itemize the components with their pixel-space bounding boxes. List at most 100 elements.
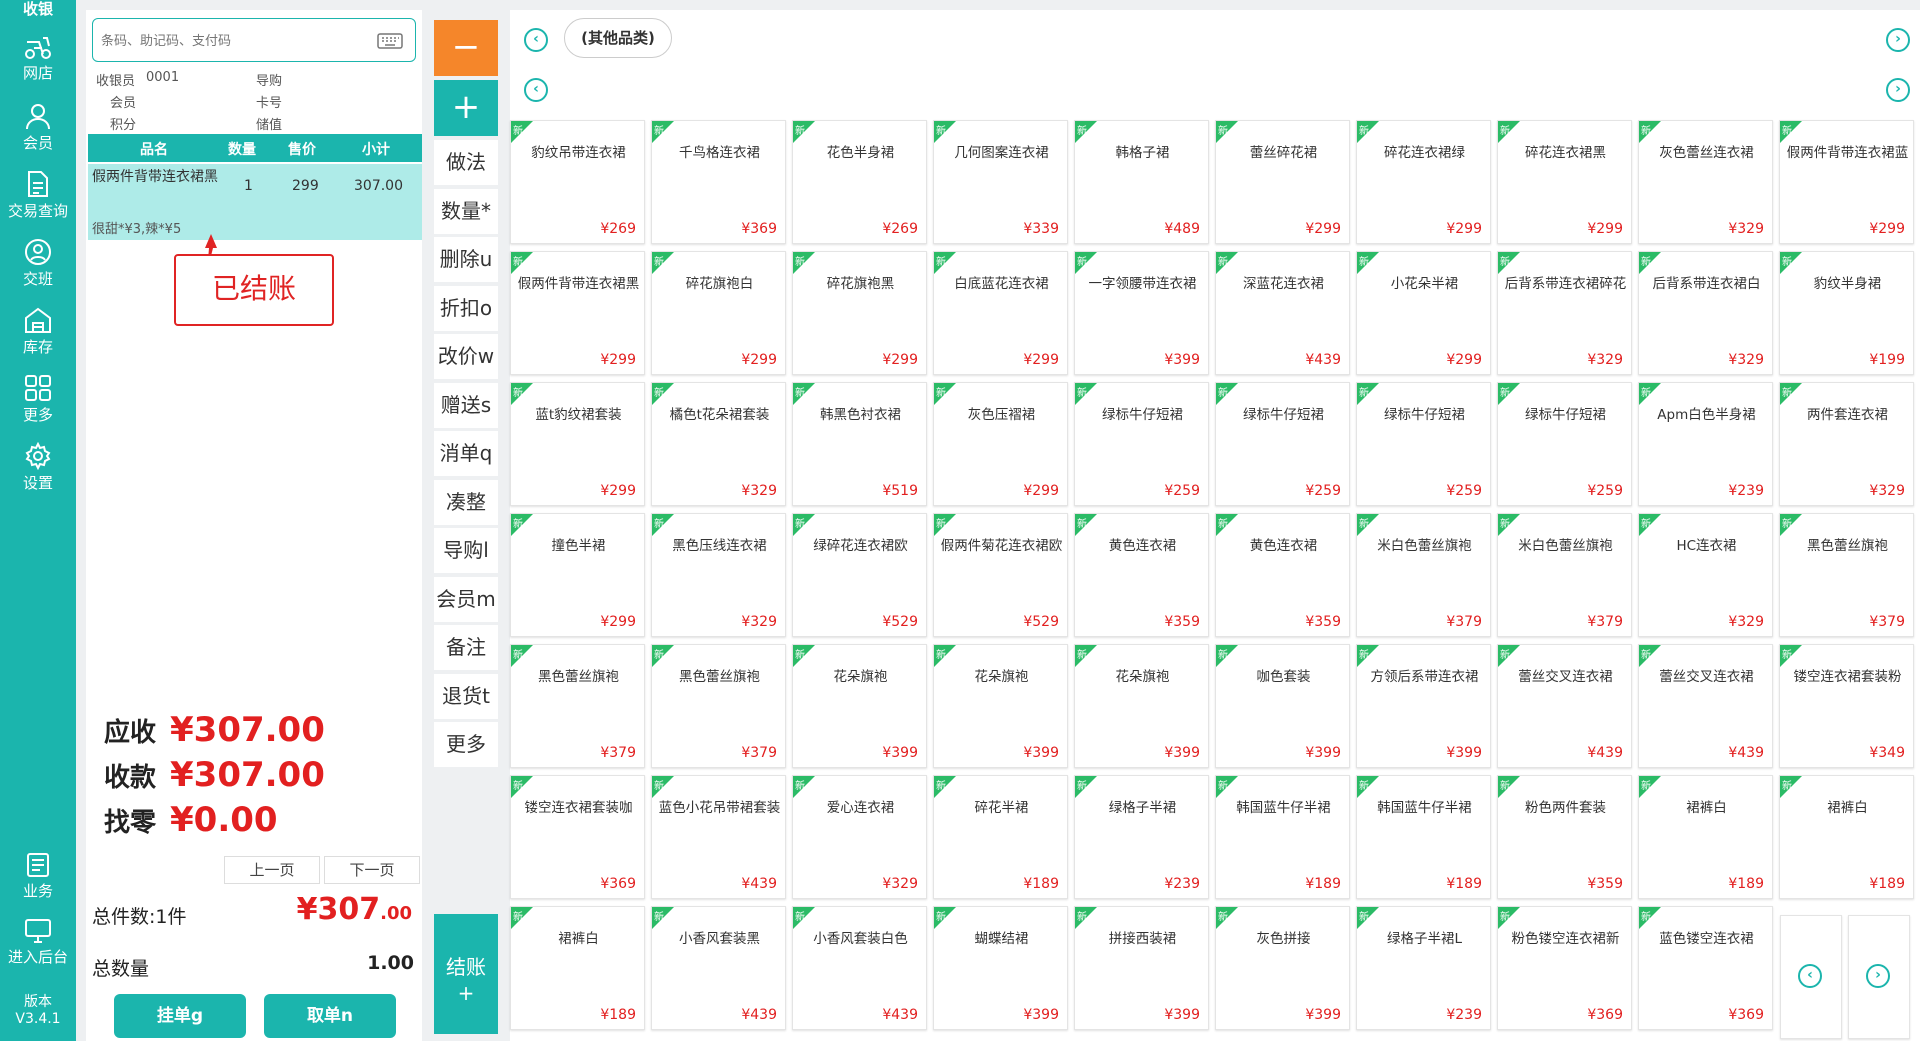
- product-card[interactable]: 新花色半身裙 ¥269: [792, 120, 927, 244]
- product-card[interactable]: 新绿格子半裙 ¥239: [1074, 775, 1209, 899]
- product-card[interactable]: 新方领后系带连衣裙 ¥399: [1356, 644, 1491, 768]
- sidebar-item-shift[interactable]: 交班: [0, 238, 76, 289]
- order-row[interactable]: 假两件背带连衣裙黑 1 299 307.00 很甜*¥3,辣*¥5: [88, 164, 422, 240]
- product-card[interactable]: 新碎花连衣裙绿 ¥299: [1356, 120, 1491, 244]
- product-card[interactable]: 新小花朵半裙 ¥299: [1356, 251, 1491, 375]
- product-card[interactable]: 新韩黑色衬衣裙 ¥519: [792, 382, 927, 506]
- product-card[interactable]: 新裙裤白 ¥189: [1779, 775, 1914, 899]
- product-card[interactable]: 新粉色镂空连衣裙新 ¥369: [1497, 906, 1632, 1030]
- sidebar-item-business[interactable]: 业务: [0, 852, 76, 901]
- product-card[interactable]: 新韩国蓝牛仔半裙 ¥189: [1215, 775, 1350, 899]
- product-card[interactable]: 新花朵旗袍 ¥399: [933, 644, 1068, 768]
- product-card[interactable]: 新蝴蝶结裙 ¥399: [933, 906, 1068, 1030]
- product-card[interactable]: 新米白色蕾丝旗袍 ¥379: [1356, 513, 1491, 637]
- next-page-button[interactable]: 下一页: [324, 856, 420, 884]
- chevron-right-icon[interactable]: ›: [1886, 78, 1910, 102]
- page-prev-card[interactable]: ‹: [1780, 915, 1842, 1039]
- page-next-card[interactable]: ›: [1848, 915, 1910, 1039]
- product-card[interactable]: 新韩格子裙 ¥489: [1074, 120, 1209, 244]
- product-card[interactable]: 新橘色t花朵裙套装 ¥329: [651, 382, 786, 506]
- product-card[interactable]: 新绿标牛仔短裙 ¥259: [1497, 382, 1632, 506]
- product-card[interactable]: 新黑色蕾丝旗袍 ¥379: [510, 644, 645, 768]
- product-card[interactable]: 新假两件菊花连衣裙欧 ¥529: [933, 513, 1068, 637]
- product-card[interactable]: 新几何图案连衣裙 ¥339: [933, 120, 1068, 244]
- change-price-button[interactable]: 改价w: [434, 334, 498, 379]
- sidebar-item-member[interactable]: 会员: [0, 102, 76, 153]
- sidebar-item-more[interactable]: 更多: [0, 374, 76, 425]
- product-card[interactable]: 新爱心连衣裙 ¥329: [792, 775, 927, 899]
- product-card[interactable]: 新蕾丝交叉连衣裙 ¥439: [1497, 644, 1632, 768]
- product-card[interactable]: 新深蓝花连衣裙 ¥439: [1215, 251, 1350, 375]
- product-card[interactable]: 新蕾丝交叉连衣裙 ¥439: [1638, 644, 1773, 768]
- chevron-right-icon[interactable]: ›: [1866, 964, 1890, 988]
- return-button[interactable]: 退货t: [434, 673, 498, 719]
- keyboard-icon[interactable]: [377, 33, 403, 49]
- minus-button[interactable]: −: [434, 20, 498, 76]
- product-card[interactable]: 新粉色两件套装 ¥359: [1497, 775, 1632, 899]
- discount-button[interactable]: 折扣o: [434, 285, 498, 331]
- product-card[interactable]: 新灰色压褶裙 ¥299: [933, 382, 1068, 506]
- product-card[interactable]: 新韩国蓝牛仔半裙 ¥189: [1356, 775, 1491, 899]
- product-card[interactable]: 新黑色蕾丝旗袍 ¥379: [1779, 513, 1914, 637]
- product-card[interactable]: 新假两件背带连衣裙蓝 ¥299: [1779, 120, 1914, 244]
- round-button[interactable]: 凑整: [434, 479, 498, 525]
- retrieve-order-button[interactable]: 取单n: [264, 994, 396, 1038]
- product-card[interactable]: 新绿标牛仔短裙 ¥259: [1215, 382, 1350, 506]
- product-card[interactable]: 新小香风套装白色 ¥439: [792, 906, 927, 1030]
- product-card[interactable]: 新镂空连衣裙套装咖 ¥369: [510, 775, 645, 899]
- product-card[interactable]: 新蓝色小花吊带裙套装 ¥439: [651, 775, 786, 899]
- product-card[interactable]: 新蕾丝碎花裙 ¥299: [1215, 120, 1350, 244]
- product-card[interactable]: 新花朵旗袍 ¥399: [1074, 644, 1209, 768]
- product-card[interactable]: 新咖色套装 ¥399: [1215, 644, 1350, 768]
- product-card[interactable]: 新千鸟格连衣裙 ¥369: [651, 120, 786, 244]
- product-card[interactable]: 新拼接西装裙 ¥399: [1074, 906, 1209, 1030]
- product-card[interactable]: 新蓝t豹纹裙套装 ¥299: [510, 382, 645, 506]
- product-card[interactable]: 新花朵旗袍 ¥399: [792, 644, 927, 768]
- product-card[interactable]: 新裙裤白 ¥189: [1638, 775, 1773, 899]
- product-card[interactable]: 新绿标牛仔短裙 ¥259: [1074, 382, 1209, 506]
- prev-page-button[interactable]: 上一页: [224, 856, 320, 884]
- product-card[interactable]: 新蓝色镂空连衣裙 ¥369: [1638, 906, 1773, 1030]
- product-card[interactable]: 新碎花旗袍黑 ¥299: [792, 251, 927, 375]
- plus-button[interactable]: +: [434, 80, 498, 136]
- delete-button[interactable]: 删除u: [434, 237, 498, 282]
- checkout-button[interactable]: 结账 +: [434, 914, 498, 1034]
- product-card[interactable]: 新碎花连衣裙黑 ¥299: [1497, 120, 1632, 244]
- product-card[interactable]: 新黑色压线连衣裙 ¥329: [651, 513, 786, 637]
- product-card[interactable]: 新 Apm白色半身裙 ¥239: [1638, 382, 1773, 506]
- product-card[interactable]: 新碎花旗袍白 ¥299: [651, 251, 786, 375]
- method-button[interactable]: 做法: [434, 140, 498, 185]
- product-card[interactable]: 新灰色拼接 ¥399: [1215, 906, 1350, 1030]
- product-card[interactable]: 新后背系带连衣裙碎花 ¥329: [1497, 251, 1632, 375]
- product-card[interactable]: 新绿碎花连衣裙欧 ¥529: [792, 513, 927, 637]
- member-button[interactable]: 会员m: [434, 576, 498, 622]
- sidebar-item-settings[interactable]: 设置: [0, 442, 76, 493]
- guide-button[interactable]: 导购l: [434, 528, 498, 573]
- search-box[interactable]: [92, 18, 416, 62]
- product-card[interactable]: 新黄色连衣裙 ¥359: [1215, 513, 1350, 637]
- product-card[interactable]: 新一字领腰带连衣裙 ¥399: [1074, 251, 1209, 375]
- product-card[interactable]: 新假两件背带连衣裙黑 ¥299: [510, 251, 645, 375]
- product-card[interactable]: 新白底蓝花连衣裙 ¥299: [933, 251, 1068, 375]
- product-card[interactable]: 新绿标牛仔短裙 ¥259: [1356, 382, 1491, 506]
- tab-category[interactable]: (其他品类): [564, 18, 672, 58]
- product-card[interactable]: 新镂空连衣裙套装粉 ¥349: [1779, 644, 1914, 768]
- search-input[interactable]: [101, 31, 371, 51]
- more-button[interactable]: 更多: [434, 722, 498, 767]
- product-card[interactable]: 新 HC连衣裙 ¥329: [1638, 513, 1773, 637]
- product-card[interactable]: 新撞色半裙 ¥299: [510, 513, 645, 637]
- product-card[interactable]: 新两件套连衣裙 ¥329: [1779, 382, 1914, 506]
- quantity-button[interactable]: 数量*: [434, 188, 498, 234]
- hold-order-button[interactable]: 挂单g: [114, 994, 246, 1038]
- sidebar-item-shop[interactable]: 网店: [0, 34, 76, 83]
- product-card[interactable]: 新裙裤白 ¥189: [510, 906, 645, 1030]
- product-card[interactable]: 新绿格子半裙L ¥239: [1356, 906, 1491, 1030]
- sidebar-item-backend[interactable]: 进入后台: [0, 918, 76, 967]
- product-card[interactable]: 新豹纹半身裙 ¥199: [1779, 251, 1914, 375]
- product-card[interactable]: 新碎花半裙 ¥189: [933, 775, 1068, 899]
- chevron-left-icon[interactable]: ‹: [524, 78, 548, 102]
- product-card[interactable]: 新米白色蕾丝旗袍 ¥379: [1497, 513, 1632, 637]
- gift-button[interactable]: 赠送s: [434, 382, 498, 428]
- remark-button[interactable]: 备注: [434, 625, 498, 670]
- chevron-left-icon[interactable]: ‹: [524, 28, 548, 52]
